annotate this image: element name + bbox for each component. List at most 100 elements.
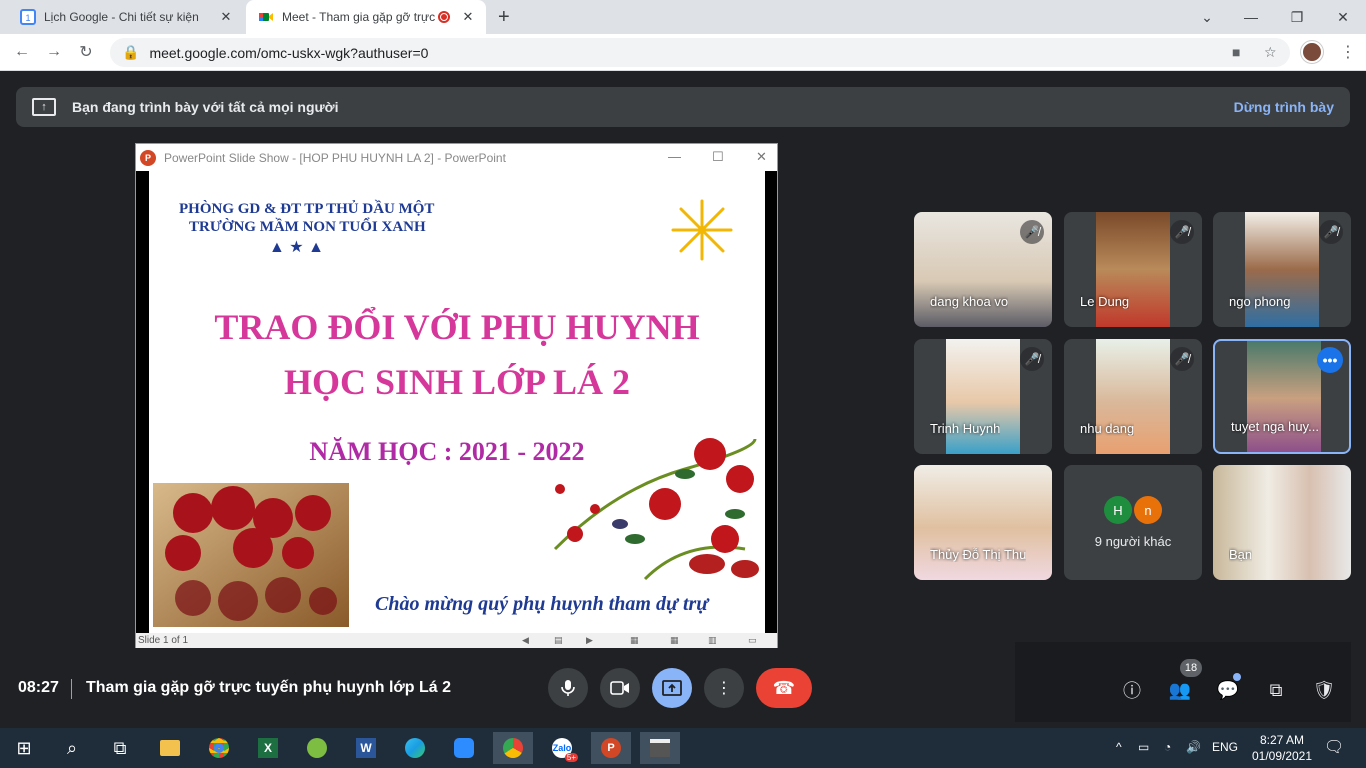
more-options-icon[interactable]: ••• xyxy=(1317,347,1343,373)
next-slide-icon: ▶ xyxy=(586,635,593,645)
camera-icon xyxy=(610,681,629,695)
participant-name: dang khoa vo xyxy=(930,294,1009,309)
mic-off-icon: 🎤̸ xyxy=(1020,220,1044,244)
participant-name: Thủy Đỗ Thị Thu xyxy=(930,547,1027,562)
participant-tile[interactable]: 🎤̸ nhu dang xyxy=(1064,339,1202,454)
url-bar[interactable]: 🔒 meet.google.com/omc-uskx-wgk?authuser=… xyxy=(110,38,1290,67)
taskbar-clock[interactable]: 8:27 AM 01/09/2021 xyxy=(1250,732,1314,764)
prev-slide-icon: ◀ xyxy=(522,635,529,645)
minimize-button[interactable]: — xyxy=(1228,0,1274,34)
language-indicator[interactable]: ENG xyxy=(1212,740,1238,754)
word-icon[interactable]: W xyxy=(346,732,386,764)
participant-tile-active[interactable]: ••• tuyet nga huy... xyxy=(1213,339,1351,454)
flowers-birds-image xyxy=(553,438,759,581)
other-participants-tile[interactable]: H n 9 người khác xyxy=(1064,465,1202,580)
participant-tile[interactable]: 🎤̸ Le Dung xyxy=(1064,212,1202,327)
participant-tile[interactable]: Thủy Đỗ Thị Thu xyxy=(914,465,1052,580)
maximize-icon: ☐ xyxy=(712,149,724,164)
google-meet-icon xyxy=(259,13,273,21)
chrome-active-icon[interactable] xyxy=(493,732,533,764)
new-tab-button[interactable]: + xyxy=(498,6,510,29)
participant-video xyxy=(914,465,1052,580)
reading-view-icon: ▥ xyxy=(708,635,717,645)
powerpoint-taskbar-icon[interactable]: P xyxy=(591,732,631,764)
browser-menu-icon[interactable]: ⋮ xyxy=(1340,42,1356,62)
other-participants-label: 9 người khác xyxy=(1094,534,1172,549)
leave-call-button[interactable]: ☎ xyxy=(756,668,812,708)
task-view-icon[interactable]: ⧉ xyxy=(100,732,140,764)
avatar: H xyxy=(1104,496,1132,524)
participant-name: Trinh Huynh xyxy=(930,421,1001,436)
app-green-icon[interactable] xyxy=(297,732,337,764)
avatar: n xyxy=(1134,496,1162,524)
zalo-icon[interactable]: Zalo 5+ xyxy=(542,732,582,764)
end-call-icon: ☎ xyxy=(772,677,796,698)
close-icon[interactable]: ✕ xyxy=(218,9,234,25)
zoom-icon[interactable] xyxy=(444,732,484,764)
microphone-button[interactable] xyxy=(548,668,588,708)
volume-icon[interactable]: 🔊 xyxy=(1186,740,1201,754)
windows-start-icon[interactable]: ⊞ xyxy=(4,732,44,764)
present-now-button[interactable] xyxy=(652,668,692,708)
presenting-banner: ↑ Bạn đang trình bày với tất cả mọi ngườ… xyxy=(16,87,1350,127)
notifications-icon[interactable]: 🗨 xyxy=(1324,737,1344,757)
tab-search-icon[interactable]: ⌄ xyxy=(1184,0,1230,34)
participant-name: tuyet nga huy... xyxy=(1231,419,1319,434)
lock-icon[interactable]: 🔒 xyxy=(122,44,139,61)
activities-icon[interactable]: ⧉ xyxy=(1263,677,1289,703)
chat-notification-dot xyxy=(1233,673,1241,681)
tab-google-meet[interactable]: Meet - Tham gia gặp gỡ trực ✕ xyxy=(246,0,486,34)
participant-tile[interactable]: 🎤̸ ngo phong xyxy=(1213,212,1351,327)
self-tile[interactable]: Bạn xyxy=(1213,465,1351,580)
more-vert-icon: ⋮ xyxy=(716,680,732,697)
reload-button[interactable]: ↻ xyxy=(74,40,98,64)
camera-button[interactable] xyxy=(600,668,640,708)
close-icon[interactable]: ✕ xyxy=(460,9,476,25)
battery-icon[interactable]: ▭ xyxy=(1138,740,1149,754)
edge-icon[interactable] xyxy=(395,732,435,764)
participant-video xyxy=(1245,212,1319,327)
slide-title-line-2: HỌC SINH LỚP LÁ 2 xyxy=(283,362,631,402)
back-button[interactable]: ← xyxy=(10,40,34,64)
school-line-2: TRƯỜNG MẦM NON TUỔI XANH xyxy=(189,219,426,235)
wifi-icon[interactable]: ◔ xyxy=(1164,740,1171,754)
meeting-time: 08:27 xyxy=(18,679,59,696)
app-clapper-icon[interactable] xyxy=(640,732,680,764)
participant-video xyxy=(1213,465,1351,580)
close-window-button[interactable]: ✕ xyxy=(1320,0,1366,34)
participant-tile[interactable]: 🎤̸ Trinh Huynh xyxy=(914,339,1052,454)
powerpoint-icon: P xyxy=(140,149,156,166)
present-screen-icon: ↑ xyxy=(32,98,56,116)
microphone-icon xyxy=(561,680,575,696)
host-controls-icon[interactable]: 🛡 xyxy=(1311,677,1337,703)
people-icon[interactable]: 👥 xyxy=(1167,677,1193,703)
slide-canvas: PHÒNG GD & ĐT TP THỦ DẦU MỘT TRƯỜNG MẦM … xyxy=(149,171,765,633)
restore-button[interactable]: ❐ xyxy=(1274,0,1320,34)
bookmark-star-icon[interactable]: ☆ xyxy=(1264,44,1277,61)
ppt-status-bar: Slide 1 of 1 ◀ ▤ ▶ ▦ ▦ ▥ ▭ xyxy=(136,633,777,648)
tab-google-calendar[interactable]: 1 Lịch Google - Chi tiết sự kiện ✕ xyxy=(8,0,244,34)
forward-button[interactable]: → xyxy=(42,40,66,64)
participant-tile[interactable]: 🎤̸ dang khoa vo xyxy=(914,212,1052,327)
chrome-icon[interactable] xyxy=(199,732,239,764)
search-icon[interactable]: ⌕ xyxy=(52,732,92,764)
profile-avatar[interactable] xyxy=(1301,41,1323,63)
svg-text:1: 1 xyxy=(25,13,30,23)
file-explorer-icon[interactable] xyxy=(150,732,190,764)
camera-icon[interactable]: ■ xyxy=(1232,44,1240,60)
meeting-details-icon[interactable]: ⓘ xyxy=(1119,677,1145,703)
mic-off-icon: 🎤̸ xyxy=(1170,220,1194,244)
ppt-title-bar: P PowerPoint Slide Show - [HOP PHU HUYNH… xyxy=(136,144,777,171)
clock-time: 8:27 AM xyxy=(1259,733,1305,747)
show-hidden-icons[interactable]: ^ xyxy=(1116,740,1122,754)
excel-icon[interactable]: X xyxy=(248,732,288,764)
windows-taskbar: ⊞ ⌕ ⧉ X W Zalo 5+ P ^ ▭ ◔ 🔊 ENG 8:27 AM … xyxy=(0,728,1366,768)
more-options-button[interactable]: ⋮ xyxy=(704,668,744,708)
url-text: meet.google.com/omc-uskx-wgk?authuser=0 xyxy=(149,44,429,61)
participant-video xyxy=(1096,339,1170,454)
presenting-text: Bạn đang trình bày với tất cả mọi người xyxy=(72,99,339,115)
tab-title: Meet - Tham gia gặp gỡ trực xyxy=(282,10,436,24)
browser-tab-bar: 1 Lịch Google - Chi tiết sự kiện ✕ Meet … xyxy=(0,0,1366,34)
participant-video xyxy=(1247,341,1321,452)
stop-presenting-button[interactable]: Dừng trình bày xyxy=(1234,99,1334,115)
